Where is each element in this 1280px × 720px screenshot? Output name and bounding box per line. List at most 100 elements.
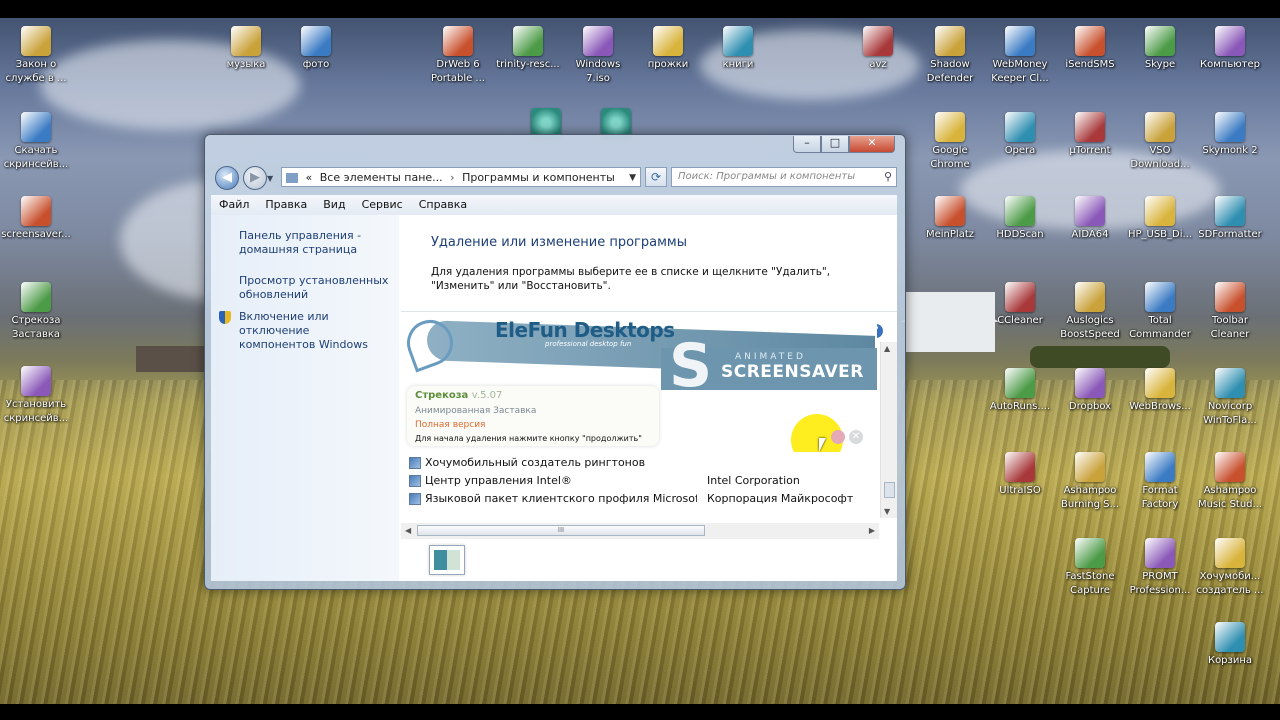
desktop-icon[interactable]: Хочумоби... создатель ... (1194, 538, 1266, 598)
menu-file[interactable]: Файл (211, 195, 257, 215)
desktop-icon[interactable]: Toolbar Cleaner (1194, 282, 1266, 342)
menu-view[interactable]: Вид (315, 195, 353, 215)
desktop-icon[interactable]: Format Factory (1124, 452, 1196, 512)
desktop-icon[interactable]: Google Chrome (914, 112, 986, 172)
desktop-icon[interactable]: iSendSMS (1054, 26, 1126, 72)
desktop-icon[interactable]: SDFormatter (1194, 196, 1266, 242)
dropbox-icon (1075, 368, 1105, 398)
programs-window[interactable]: – □ ✕ ◀ ▶ ▼ « Все элементы пане... › Про… (204, 134, 906, 590)
skype-icon (1145, 26, 1175, 56)
webmoney-icon (1005, 26, 1035, 56)
maximize-button[interactable]: □ (821, 136, 849, 153)
scroll-left-icon[interactable]: ◀ (405, 526, 411, 535)
address-separator[interactable]: › (446, 171, 458, 184)
desktop-icon[interactable]: Novicorp WinToFla... (1194, 368, 1266, 428)
back-button[interactable]: ◀ (215, 166, 239, 190)
desktop-icon[interactable]: HDDScan (984, 196, 1056, 242)
desktop-icon-label: iSendSMS (1065, 59, 1115, 70)
menu-tools[interactable]: Сервис (354, 195, 411, 215)
page-title: Удаление или изменение программы (431, 235, 687, 250)
desktop-icon-label: Format Factory (1141, 485, 1179, 510)
address-segment-all-items[interactable]: Все элементы пане... (320, 171, 443, 184)
program-list[interactable]: ? S EleFun Desktops professional desktop… (401, 311, 897, 524)
desktop-icon[interactable]: Стрекоза Заставка (0, 282, 72, 342)
desktop-icon[interactable]: Ashampoo Music Stud... (1194, 452, 1266, 512)
horizontal-scroll-thumb[interactable]: III (417, 525, 705, 536)
desktop-icon[interactable]: CCleaner (984, 282, 1056, 328)
desktop-icon[interactable]: Корзина (1194, 622, 1266, 668)
desktop-icon[interactable]: VSO Download... (1124, 112, 1196, 172)
desktop-icon[interactable]: Dropbox (1054, 368, 1126, 414)
desktop-icon-label: MeinPlatz (925, 229, 974, 240)
desktop-icon[interactable]: Skype (1124, 26, 1196, 72)
desktop-icon[interactable]: музыка (210, 26, 282, 72)
desktop-icon[interactable]: FastStone Capture (1054, 538, 1126, 598)
scroll-up-icon[interactable]: ▲ (884, 344, 890, 353)
desktop-icon[interactable]: WebBrows... (1124, 368, 1196, 414)
vertical-scrollbar[interactable]: ▲ ▼ (880, 342, 897, 518)
scroll-right-icon[interactable]: ▶ (869, 526, 875, 535)
promt-icon (1145, 538, 1175, 568)
address-segment-programs[interactable]: Программы и компоненты (462, 171, 615, 184)
desktop-icon[interactable]: trinity-resc... (492, 26, 564, 72)
continue-button[interactable] (831, 430, 845, 444)
desktop-icon[interactable]: Shadow Defender (914, 26, 986, 86)
caption-buttons: – □ ✕ (793, 136, 895, 154)
desktop-icon[interactable]: Windows 7.iso (562, 26, 634, 86)
desktop-icon[interactable]: Opera (984, 112, 1056, 158)
close-banner-icon[interactable]: ✕ (849, 430, 863, 444)
installed-updates-link[interactable]: Просмотр установленных обновлений (239, 274, 395, 302)
mouse-cursor-icon (819, 438, 826, 452)
vertical-scroll-thumb[interactable] (884, 482, 895, 498)
address-dropdown-icon[interactable]: ▼ (629, 168, 636, 186)
program-row[interactable]: Центр управления Intel® Intel Corporatio… (407, 472, 877, 490)
desktop-icon[interactable]: UltraISO (984, 452, 1056, 498)
desktop-icon[interactable]: µTorrent (1054, 112, 1126, 158)
desktop-icon[interactable]: MeinPlatz (914, 196, 986, 242)
desktop-icon-label: Хочумоби... создатель ... (1196, 571, 1264, 596)
forward-button[interactable]: ▶ (243, 166, 267, 190)
scroll-down-icon[interactable]: ▼ (884, 507, 890, 516)
program-row[interactable]: Языковой пакет клиентского профиля Micro… (407, 490, 877, 508)
desktop-icon[interactable]: Ashampoo Burning S... (1054, 452, 1126, 512)
desktop-icon[interactable]: фото (280, 26, 352, 72)
control-panel-home-link[interactable]: Панель управления - домашняя страница (239, 229, 395, 257)
desktop-icon-label: trinity-resc... (496, 59, 560, 70)
desktop-icon[interactable]: Auslogics BoostSpeed (1054, 282, 1126, 342)
menu-help[interactable]: Справка (411, 195, 475, 215)
desktop-icon[interactable]: Закон о службе в ... (0, 26, 72, 86)
close-button[interactable]: ✕ (849, 136, 895, 153)
search-input[interactable]: Поиск: Программы и компоненты ⚲ (671, 167, 897, 187)
history-dropdown-icon[interactable]: ▼ (267, 174, 273, 183)
desktop-icon[interactable]: PROMT Profession... (1124, 538, 1196, 598)
refresh-button[interactable]: ⟳ (645, 167, 667, 187)
desktop-icon-label: прожки (647, 59, 689, 70)
desktop-icon[interactable]: screensaver... (0, 196, 72, 242)
desktop-icon[interactable]: Skymonk 2 (1194, 112, 1266, 158)
address-chevrons[interactable]: « (306, 171, 313, 184)
desktop-icon[interactable]: AIDA64 (1054, 196, 1126, 242)
minimize-button[interactable]: – (793, 136, 821, 153)
menu-edit[interactable]: Правка (257, 195, 315, 215)
windows-features-item[interactable]: Включение или отключение компонентов Win… (211, 309, 399, 351)
desktop-icon-label: µTorrent (1069, 145, 1111, 156)
desktop-icon[interactable]: книги (702, 26, 774, 72)
address-bar[interactable]: « Все элементы пане... › Программы и ком… (281, 167, 641, 187)
desktop-icon[interactable]: Total Commander (1124, 282, 1196, 342)
desktop-icon[interactable]: avz (842, 26, 914, 72)
desktop-icon[interactable]: DrWeb 6 Portable ... (422, 26, 494, 86)
windows-features-link[interactable]: Включение или отключение компонентов Win… (239, 310, 395, 352)
desktop-icon[interactable]: прожки (632, 26, 704, 72)
desktop-icon-label: HDDScan (996, 229, 1044, 240)
program-row[interactable]: Хочумобильный создатель рингтонов (407, 454, 877, 472)
desktop-icon-label: DrWeb 6 Portable ... (431, 59, 485, 84)
desktop-icon[interactable]: Компьютер (1194, 26, 1266, 72)
app-subtitle: Анимированная Заставка (415, 406, 537, 416)
desktop-icon[interactable]: WebMoney Keeper Cl... (984, 26, 1056, 86)
desktop-icon[interactable]: HP_USB_Di... (1124, 196, 1196, 242)
desktop-icon[interactable]: Установить скринсейв... (0, 366, 72, 426)
desktop-icon[interactable]: Скачать скринсейв... (0, 112, 72, 172)
desktop-icon[interactable]: AutoRuns.... (984, 368, 1056, 414)
search-icon[interactable]: ⚲ (884, 168, 892, 186)
horizontal-scrollbar[interactable]: ◀ III ▶ (401, 523, 879, 539)
